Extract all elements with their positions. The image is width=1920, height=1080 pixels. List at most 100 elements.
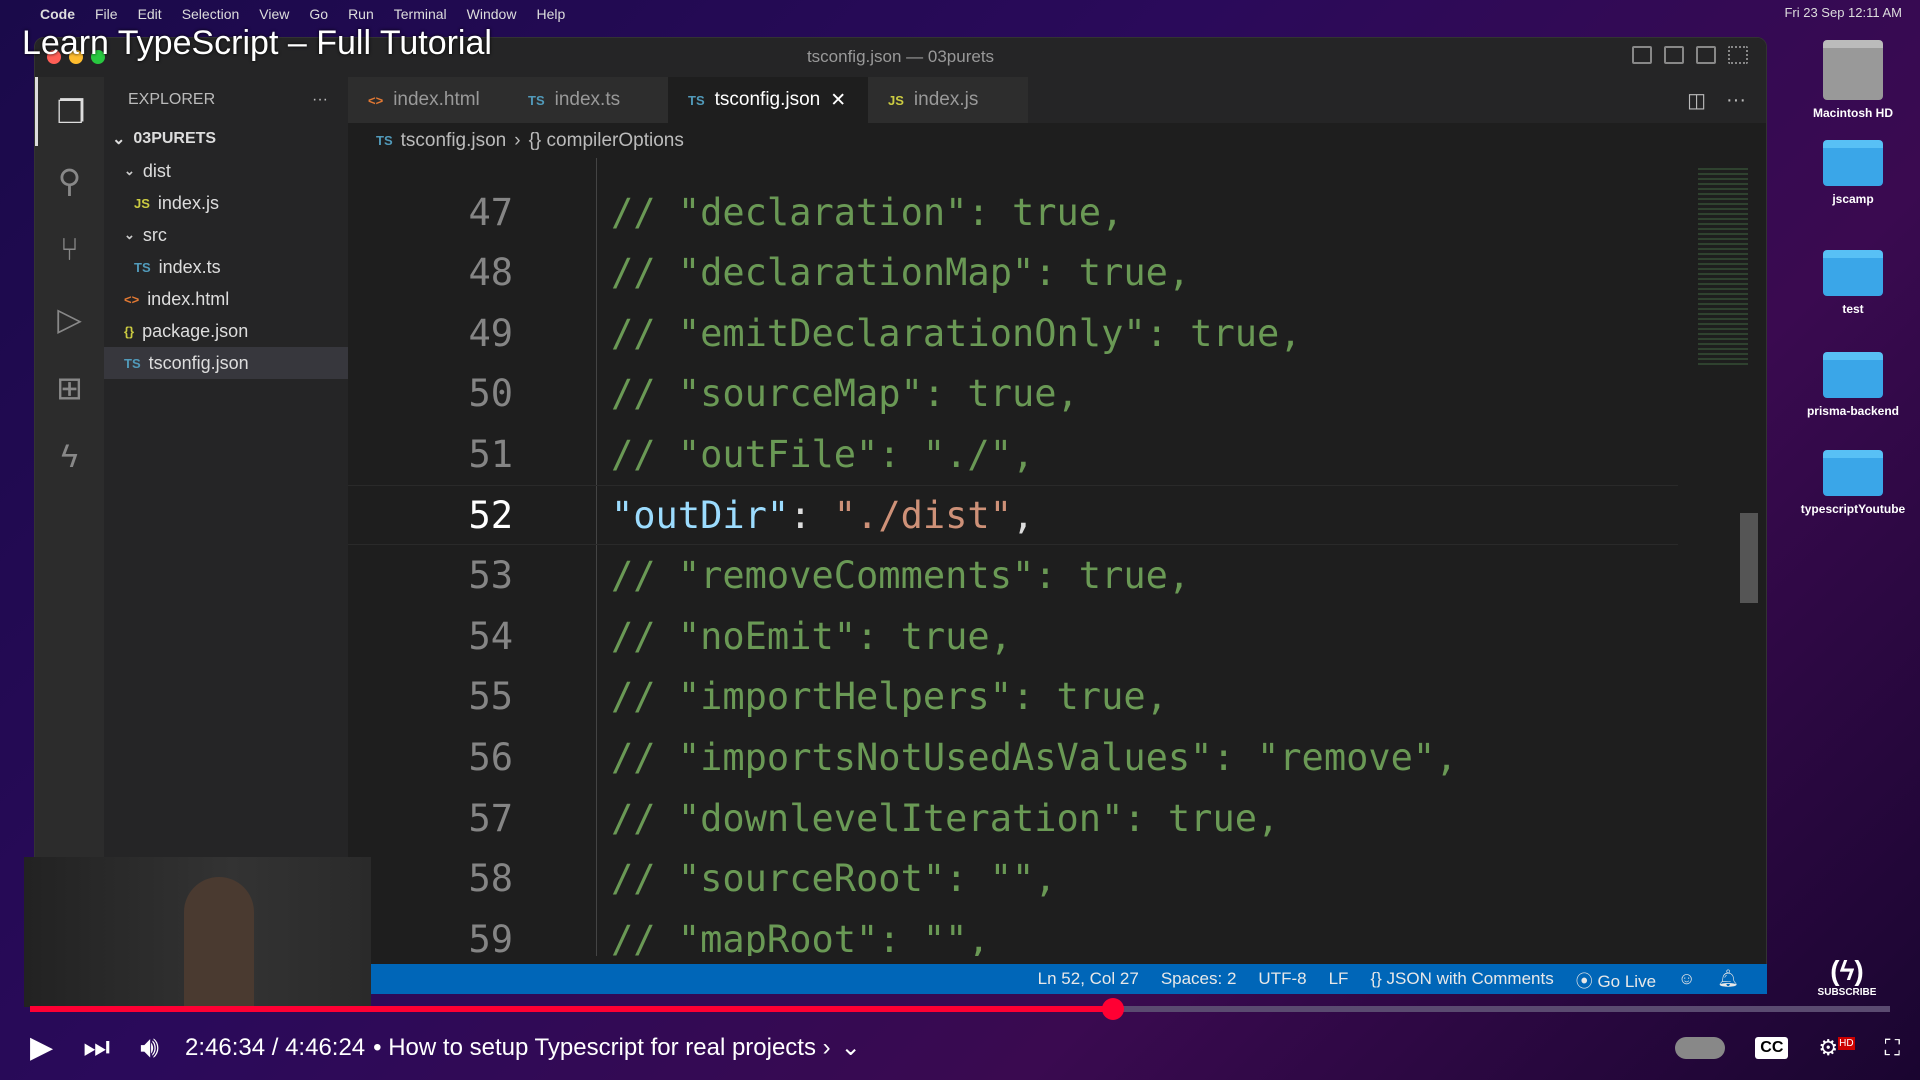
chevron-down-icon[interactable]: ⌄	[841, 1033, 861, 1062]
captions-button[interactable]: CC	[1755, 1036, 1789, 1059]
play-icon[interactable]: ▶	[30, 1030, 53, 1065]
desktop-item[interactable]: test	[1793, 250, 1913, 316]
tree-item[interactable]: TS index.ts	[104, 251, 348, 283]
tree-item[interactable]: JS index.js	[104, 187, 348, 219]
extensions-icon[interactable]: ⊞	[35, 353, 104, 422]
vertical-scrollbar[interactable]	[1740, 513, 1758, 603]
menu-code[interactable]: Code	[40, 6, 75, 22]
go-live-label: Go Live	[1597, 971, 1657, 991]
menu-terminal[interactable]: Terminal	[394, 6, 447, 22]
tab-index-ts[interactable]: TS index.ts	[508, 77, 668, 123]
folder-root[interactable]: ⌄ 03PURETS	[104, 123, 348, 155]
next-icon[interactable]: ⏭	[83, 1031, 110, 1065]
line-number: 48	[468, 251, 513, 295]
bell-icon[interactable]: 🔔︎	[1717, 969, 1739, 989]
explorer-icon[interactable]: ❐	[35, 77, 104, 146]
tree-item[interactable]: ⌄ src	[104, 219, 348, 251]
encoding[interactable]: UTF-8	[1258, 969, 1306, 989]
desktop-item[interactable]: jscamp	[1793, 140, 1913, 206]
subscribe-watermark[interactable]: (ϟ) SUBSCRIBE	[1787, 955, 1907, 998]
language-mode[interactable]: {} JSON with Comments	[1370, 969, 1553, 989]
run-debug-icon[interactable]: ▷	[35, 284, 104, 353]
progress-scrubber[interactable]	[1101, 998, 1124, 1020]
comment-text: // "emitDeclarationOnly": true,	[611, 311, 1302, 355]
code-line[interactable]: 53 // "removeComments": true,	[348, 546, 1678, 606]
layout-controls[interactable]	[1632, 46, 1748, 64]
menu-window[interactable]: Window	[467, 6, 517, 22]
chapter-title[interactable]: • How to setup Typescript for real proje…	[373, 1034, 830, 1062]
settings-icon[interactable]: ⚙HD	[1818, 1035, 1855, 1061]
video-progress-bar[interactable]	[30, 998, 1890, 1020]
tab-label: index.html	[393, 89, 480, 110]
menu-help[interactable]: Help	[536, 6, 565, 22]
indentation[interactable]: Spaces: 2	[1161, 969, 1237, 989]
menu-go[interactable]: Go	[309, 6, 328, 22]
feedback-icon[interactable]: ☺	[1678, 969, 1695, 989]
tree-item[interactable]: TS tsconfig.json	[104, 347, 348, 379]
source-control-icon[interactable]: ⑂	[35, 215, 104, 284]
autoplay-toggle[interactable]	[1675, 1036, 1726, 1059]
code-line[interactable]: 52 "outDir": "./dist",	[348, 485, 1678, 545]
go-live-button[interactable]: ⦿ Go Live	[1576, 967, 1656, 992]
more-icon[interactable]: ···	[312, 91, 328, 109]
lightning-icon[interactable]: ϟ	[35, 422, 104, 491]
desktop-item[interactable]: prisma-backend	[1793, 352, 1913, 418]
tab-label: tsconfig.json	[714, 89, 821, 110]
menu-edit[interactable]: Edit	[138, 6, 162, 22]
line-number: 50	[468, 372, 513, 416]
eol[interactable]: LF	[1329, 969, 1349, 989]
exit-fullscreen-icon[interactable]: ⛶	[1885, 1035, 1900, 1061]
tree-item[interactable]: <> index.html	[104, 283, 348, 315]
menu-selection[interactable]: Selection	[182, 6, 240, 22]
code-line[interactable]: 50 // "sourceMap": true,	[348, 364, 1678, 424]
comment-text: // "importHelpers": true,	[611, 675, 1168, 719]
ts-icon: TS	[134, 259, 151, 275]
menu-view[interactable]: View	[259, 6, 289, 22]
code-line[interactable]: 56 // "importsNotUsedAsValues": "remove",	[348, 727, 1678, 787]
colon: :	[789, 493, 834, 537]
search-icon[interactable]: ⚲	[35, 146, 104, 215]
code-line[interactable]: 47 // "declaration": true,	[348, 182, 1678, 242]
code-editor[interactable]: 47 // "declaration": true, 48 // "declarati…	[348, 158, 1766, 956]
tab-index-html[interactable]: <> index.html	[348, 77, 508, 123]
tab-index-js[interactable]: JS index.js	[868, 77, 1028, 123]
code-line[interactable]: 48 // "declarationMap": true,	[348, 243, 1678, 303]
code-line[interactable]: 49 // "emitDeclarationOnly": true,	[348, 303, 1678, 363]
comment-text: // "mapRoot": "",	[611, 917, 990, 956]
menu-run[interactable]: Run	[348, 6, 374, 22]
code-line[interactable]: 58 // "sourceRoot": "",	[348, 849, 1678, 909]
status-bar: Ln 52, Col 27 Spaces: 2 UTF-8 LF {} JSON…	[338, 964, 1767, 994]
minimap[interactable]	[1698, 168, 1748, 368]
desktop-item-label: jscamp	[1832, 192, 1874, 206]
close-icon[interactable]: ✕	[830, 89, 846, 112]
code-line[interactable]: 59 // "mapRoot": "",	[348, 909, 1678, 956]
video-title[interactable]: Learn TypeScript – Full Tutorial	[22, 24, 492, 63]
desktop-item[interactable]: Macintosh HD	[1793, 40, 1913, 120]
volume-icon[interactable]: 🔊︎	[140, 1031, 159, 1065]
comment-text: // "declaration": true,	[611, 190, 1124, 234]
cursor-position[interactable]: Ln 52, Col 27	[1038, 969, 1139, 989]
comment-text: // "declarationMap": true,	[611, 251, 1191, 295]
webcam-overlay	[24, 857, 371, 1007]
tsconfig-icon: TS	[124, 355, 141, 371]
desktop-item-label: typescriptYoutube	[1800, 502, 1906, 516]
tree-item-label: src	[142, 224, 167, 245]
tree-item[interactable]: ⌄ dist	[104, 155, 348, 187]
tab-tsconfig-json[interactable]: TS tsconfig.json ✕	[668, 77, 868, 123]
code-line[interactable]: 51 // "outFile": "./",	[348, 424, 1678, 484]
line-number: 57	[468, 796, 513, 840]
html-icon: <>	[124, 291, 140, 307]
folder-icon	[1823, 250, 1883, 296]
code-line[interactable]: 57 // "downlevelIteration": true,	[348, 788, 1678, 848]
desktop-item[interactable]: typescriptYoutube	[1793, 450, 1913, 516]
menu-file[interactable]: File	[95, 6, 118, 22]
split-editor-icon[interactable]: ◫	[1687, 88, 1706, 113]
json-icon: {}	[124, 323, 135, 339]
code-line[interactable]: 55 // "importHelpers": true,	[348, 667, 1678, 727]
more-actions-icon[interactable]: ···	[1726, 89, 1746, 112]
tree-item[interactable]: {} package.json	[104, 315, 348, 347]
code-line[interactable]: 54 // "noEmit": true,	[348, 606, 1678, 666]
comment-text: // "sourceRoot": "",	[611, 857, 1057, 901]
breadcrumb-file[interactable]: tsconfig.json	[401, 130, 507, 152]
breadcrumb-symbol[interactable]: {} compilerOptions	[529, 130, 684, 152]
